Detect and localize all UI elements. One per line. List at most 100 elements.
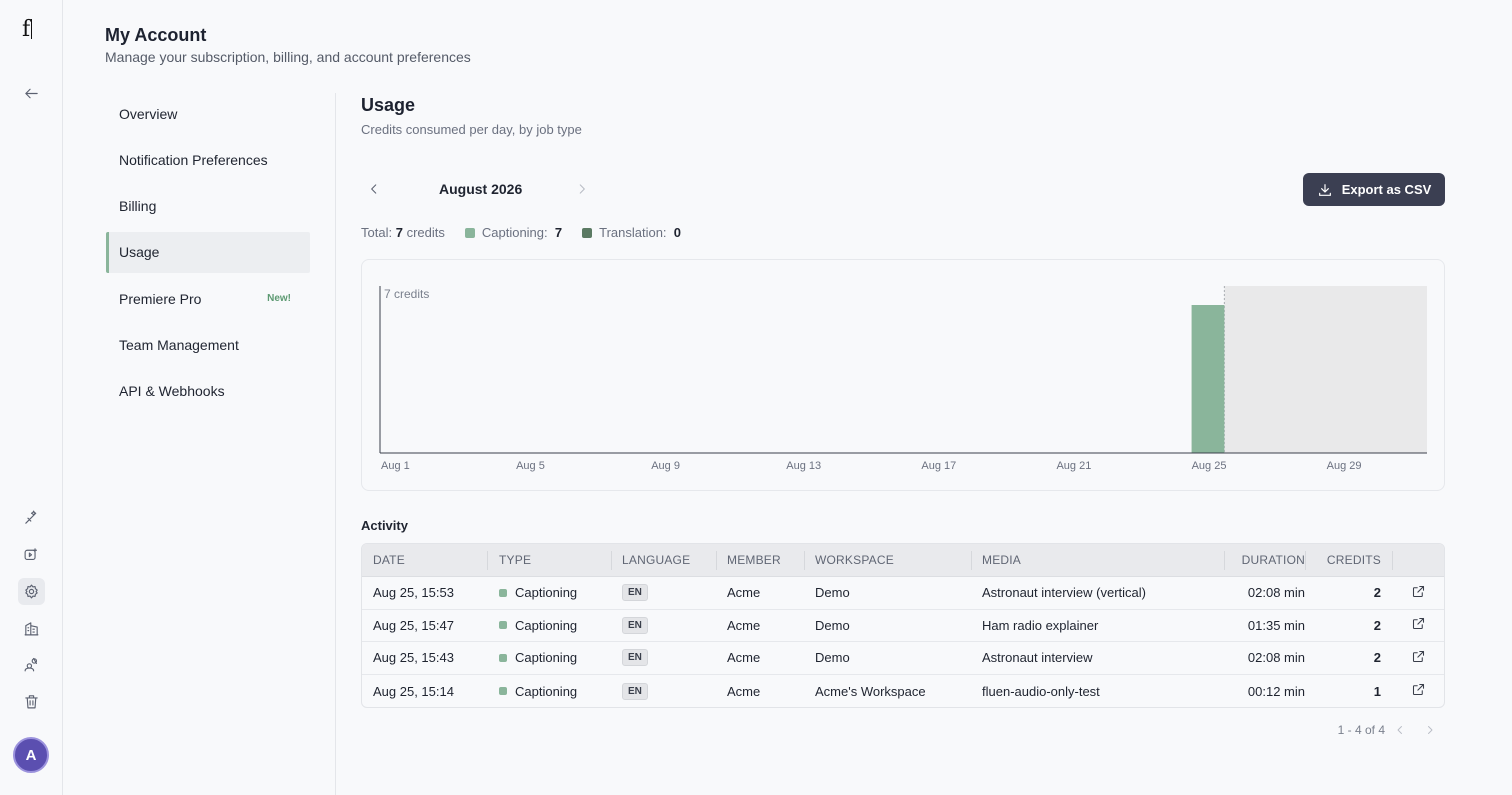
captioning-value: 7: [554, 225, 563, 240]
cell-workspace: Demo: [815, 585, 850, 601]
col-duration[interactable]: DURATION: [1224, 544, 1305, 576]
x-tick-label: Aug 13: [786, 460, 821, 472]
cell-media: Astronaut interview: [982, 650, 1093, 666]
wand-icon[interactable]: [18, 504, 45, 531]
new-badge: New!: [267, 293, 291, 305]
translation-swatch: [582, 227, 593, 238]
total-unit: credits: [406, 225, 445, 240]
export-csv-label: Export as CSV: [1341, 182, 1432, 197]
col-member[interactable]: MEMBER: [716, 544, 804, 576]
next-month-button[interactable]: [569, 176, 595, 202]
type-label: Captioning: [515, 650, 578, 666]
prev-page-button[interactable]: [1385, 724, 1415, 736]
chevron-right-icon: [1428, 726, 1433, 734]
external-link-icon[interactable]: [1411, 616, 1426, 634]
x-tick-label: Aug 5: [516, 460, 545, 472]
y-max-label: 7 credits: [384, 287, 429, 301]
nav-item-label: Overview: [119, 105, 178, 122]
trash-icon[interactable]: [18, 688, 45, 715]
captioning-swatch: [499, 653, 507, 662]
download-icon: [1318, 183, 1331, 196]
cell-media: Ham radio explainer: [982, 617, 1099, 633]
translation-label: Translation:: [599, 225, 667, 240]
cell-credits: 2: [1373, 650, 1381, 666]
cell-credits: 2: [1373, 617, 1381, 633]
col-credits[interactable]: CREDITS: [1305, 544, 1392, 576]
next-page-button[interactable]: [1415, 724, 1445, 736]
x-tick-label: Aug 25: [1192, 460, 1227, 472]
cell-type: Captioning: [487, 610, 611, 642]
captioning-swatch: [464, 227, 475, 238]
pagination-label: 1 - 4 of 4: [1337, 723, 1385, 737]
usage-subtitle: Credits consumed per day, by job type: [361, 122, 582, 137]
translation-value: 0: [673, 225, 682, 240]
cell-duration: 01:35 min: [1247, 617, 1305, 633]
nav-item-label: Team Management: [119, 336, 239, 353]
usage-title: Usage: [361, 95, 416, 115]
nav-item-billing[interactable]: Billing: [106, 186, 310, 227]
nav-item-api-webhooks[interactable]: API & Webhooks: [106, 371, 310, 412]
external-link-icon[interactable]: [1411, 682, 1426, 700]
nav-item-label: Premiere Pro: [119, 290, 202, 307]
col-type[interactable]: TYPE: [487, 544, 611, 576]
table-row[interactable]: Aug 25, 15:47 Captioning EN Acme Demo Ham rad…: [362, 610, 1444, 643]
bar-captioning-day-25: [1191, 305, 1225, 453]
cell-actions: [1392, 610, 1444, 642]
total-label: Total:: [361, 225, 393, 240]
x-tick-label: Aug 9: [651, 460, 680, 472]
captioning-swatch: [499, 588, 507, 597]
avatar[interactable]: A: [13, 737, 49, 773]
type-label: Captioning: [515, 617, 578, 633]
export-csv-button[interactable]: Export as CSV: [1303, 173, 1445, 206]
nav-divider: [335, 93, 336, 795]
cell-date: Aug 25, 15:14: [373, 683, 454, 699]
nav-item-notification-preferences[interactable]: Notification Preferences: [106, 139, 310, 180]
cell-workspace: Acme's Workspace: [815, 683, 926, 699]
cell-duration: 02:08 min: [1247, 585, 1305, 601]
x-tick-label: Aug 21: [1056, 460, 1091, 472]
cell-type: Captioning: [487, 577, 611, 609]
cell-member: Acme: [727, 650, 761, 666]
col-workspace[interactable]: WORKSPACE: [804, 544, 971, 576]
table-row[interactable]: Aug 25, 15:14 Captioning EN Acme Acme's Work…: [362, 675, 1444, 708]
prev-month-button[interactable]: [361, 176, 387, 202]
nav-item-label: Usage: [119, 244, 160, 261]
total-value: 7: [395, 225, 403, 240]
video-icon[interactable]: [18, 541, 45, 568]
back-arrow-icon[interactable]: [18, 80, 45, 107]
nav-item-premiere-pro[interactable]: Premiere Pro New!: [106, 278, 310, 319]
page-title: My Account: [105, 25, 207, 45]
chevron-right-icon: [579, 184, 585, 194]
usage-chart: 7 credits Aug 1 Aug 5 Aug 9 Aug 13 Aug 17 Aug …: [361, 259, 1445, 491]
nav-item-usage[interactable]: Usage: [106, 231, 310, 273]
captioning-swatch: [499, 621, 507, 630]
nav-item-overview[interactable]: Overview: [106, 93, 310, 134]
cell-duration: 00:12 min: [1247, 683, 1305, 699]
type-label: Captioning: [515, 585, 578, 601]
cell-media: fluen-audio-only-test: [982, 683, 1100, 699]
cell-language: EN: [611, 642, 716, 674]
app-logo[interactable]: f: [22, 17, 33, 42]
users-icon[interactable]: [18, 651, 45, 678]
cell-date: Aug 25, 15:47: [373, 617, 454, 633]
cell-credits: 2: [1373, 585, 1381, 601]
col-language[interactable]: LANGUAGE: [611, 544, 716, 576]
nav-item-team-management[interactable]: Team Management: [106, 324, 310, 365]
usage-totals: Total: 7 credits Captioning: 7 Translati…: [361, 225, 681, 240]
external-link-icon[interactable]: [1411, 649, 1426, 667]
external-link-icon[interactable]: [1411, 584, 1426, 602]
language-badge: EN: [622, 682, 648, 700]
activity-table: DATE TYPE LANGUAGE MEMBER WORKSPACE MEDI…: [361, 543, 1445, 709]
language-badge: EN: [622, 649, 648, 667]
cell-date: Aug 25, 15:53: [373, 585, 454, 601]
cell-workspace: Demo: [815, 650, 850, 666]
table-row[interactable]: Aug 25, 15:43 Captioning EN Acme Demo Astrona…: [362, 642, 1444, 675]
col-media[interactable]: MEDIA: [971, 544, 1224, 576]
table-header: DATE TYPE LANGUAGE MEMBER WORKSPACE MEDI…: [362, 544, 1444, 577]
month-navigator: August 2026: [361, 176, 591, 202]
building-icon[interactable]: [18, 615, 45, 642]
col-date[interactable]: DATE: [362, 544, 487, 576]
table-row[interactable]: Aug 25, 15:53 Captioning EN Acme Demo Astrona…: [362, 577, 1444, 610]
settings-icon[interactable]: [18, 578, 45, 605]
x-tick-label: Aug 17: [921, 460, 956, 472]
